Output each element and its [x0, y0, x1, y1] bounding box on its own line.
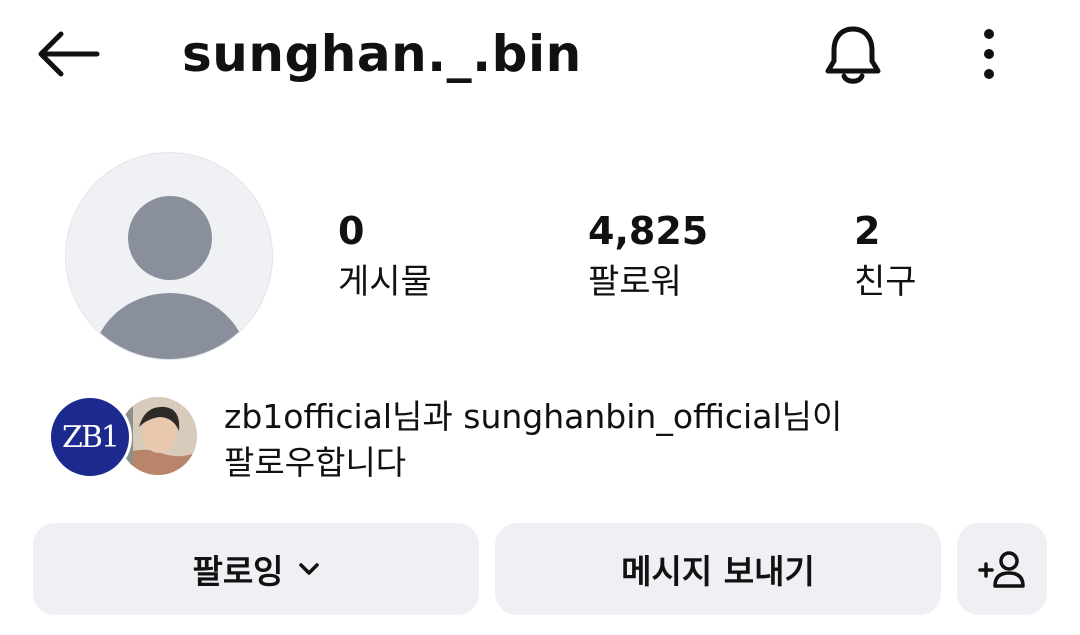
profile-avatar[interactable] [65, 152, 273, 360]
stat-followers-count: 4,825 [588, 209, 709, 253]
vertical-dots-icon [984, 29, 994, 79]
following-button[interactable]: 팔로잉 [33, 523, 479, 615]
arrow-left-icon [38, 31, 100, 77]
message-button[interactable]: 메시지 보내기 [495, 523, 941, 615]
stat-posts-label: 게시물 [338, 262, 432, 302]
back-button[interactable] [30, 24, 106, 84]
add-person-button[interactable] [957, 523, 1047, 615]
zb1-logo-avatar: ZB1 [48, 395, 132, 479]
stat-friends-count: 2 [854, 209, 881, 253]
stat-posts[interactable]: 0 게시물 [338, 205, 432, 307]
bell-icon [825, 26, 881, 84]
notification-button[interactable] [818, 20, 888, 90]
message-label: 메시지 보내기 [621, 552, 815, 591]
mutual-line-2: 팔로우합니다 [224, 443, 407, 482]
following-label: 팔로잉 [192, 552, 284, 591]
stat-followers[interactable]: 4,825 팔로워 [588, 205, 708, 307]
zb1-logo-text: ZB1 [62, 419, 120, 455]
add-person-icon [978, 551, 1025, 588]
stat-followers-label: 팔로워 [588, 262, 682, 302]
mutual-followers-text: zb1official님과 sunghanbin_official님이 팔로우합… [224, 394, 1024, 486]
mutual-line-1: zb1official님과 sunghanbin_official님이 [224, 397, 843, 436]
more-options-button[interactable] [962, 22, 1016, 86]
chevron-down-icon [298, 562, 320, 576]
default-person-avatar-icon [92, 196, 248, 359]
stat-friends-label: 친구 [854, 262, 917, 302]
top-bar: sunghan._.bin [0, 0, 1080, 115]
stat-posts-count: 0 [338, 209, 365, 253]
mutual-followers[interactable]: ZB1 zb1official님과 sunghanbin_official님이 … [46, 392, 1046, 488]
stat-friends[interactable]: 2 친구 [854, 205, 917, 307]
profile-username: sunghan._.bin [182, 25, 582, 83]
